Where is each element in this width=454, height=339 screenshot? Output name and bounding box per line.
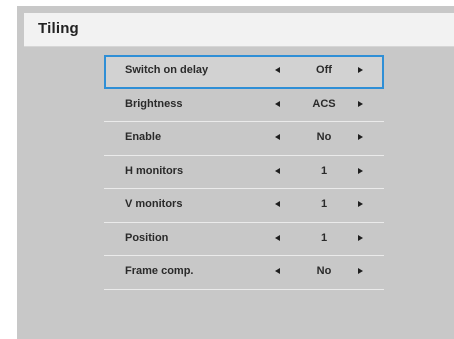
- left-arrow-icon[interactable]: [275, 234, 280, 241]
- menu-row-frame-comp[interactable]: Frame comp. No: [104, 256, 384, 290]
- menu-item-value: No: [316, 265, 332, 277]
- right-arrow-icon[interactable]: [358, 234, 363, 241]
- left-arrow-icon[interactable]: [275, 134, 280, 140]
- menu-item-value: 1: [320, 231, 328, 244]
- menu-item-value: ACS: [312, 97, 336, 110]
- right-arrow-icon[interactable]: [358, 134, 363, 140]
- left-arrow-icon[interactable]: [275, 100, 280, 107]
- menu-item-label: Brightness: [125, 97, 183, 110]
- menu-item-value: No: [316, 131, 332, 143]
- page-title: Tiling: [38, 20, 79, 37]
- menu-item-value: Off: [316, 64, 332, 76]
- menu-item-value: 1: [320, 198, 328, 210]
- right-arrow-icon[interactable]: [358, 100, 363, 107]
- menu-item-label: H monitors: [125, 164, 184, 177]
- menu-row-brightness[interactable]: Brightness ACS: [104, 89, 384, 122]
- menu-row-h-monitors[interactable]: H monitors 1: [104, 156, 384, 189]
- menu-item-label: Enable: [125, 131, 162, 143]
- right-arrow-icon[interactable]: [358, 67, 363, 73]
- left-arrow-icon[interactable]: [275, 67, 280, 73]
- menu-item-label: Position: [125, 231, 169, 244]
- menu-item-label: V monitors: [125, 198, 183, 210]
- right-arrow-icon[interactable]: [358, 167, 363, 174]
- menu-row-enable[interactable]: Enable No: [104, 122, 384, 156]
- menu-row-v-monitors[interactable]: V monitors 1: [104, 189, 384, 223]
- left-arrow-icon[interactable]: [275, 268, 280, 274]
- menu-row-switch-on-delay[interactable]: Switch on delay Off: [104, 55, 384, 89]
- left-arrow-icon[interactable]: [275, 201, 280, 207]
- title-bar: Tiling: [24, 13, 454, 47]
- menu-row-position[interactable]: Position 1: [104, 223, 384, 256]
- menu-item-label: Switch on delay: [125, 64, 209, 76]
- settings-menu: Switch on delay Off Brightness ACS Enabl…: [104, 55, 384, 290]
- right-arrow-icon[interactable]: [358, 201, 363, 207]
- tiling-osd-panel: Tiling Switch on delay Off Brightness AC…: [17, 6, 454, 339]
- right-arrow-icon[interactable]: [358, 268, 363, 274]
- menu-item-label: Frame comp.: [125, 265, 194, 277]
- menu-item-value: 1: [320, 164, 328, 177]
- left-arrow-icon[interactable]: [275, 167, 280, 174]
